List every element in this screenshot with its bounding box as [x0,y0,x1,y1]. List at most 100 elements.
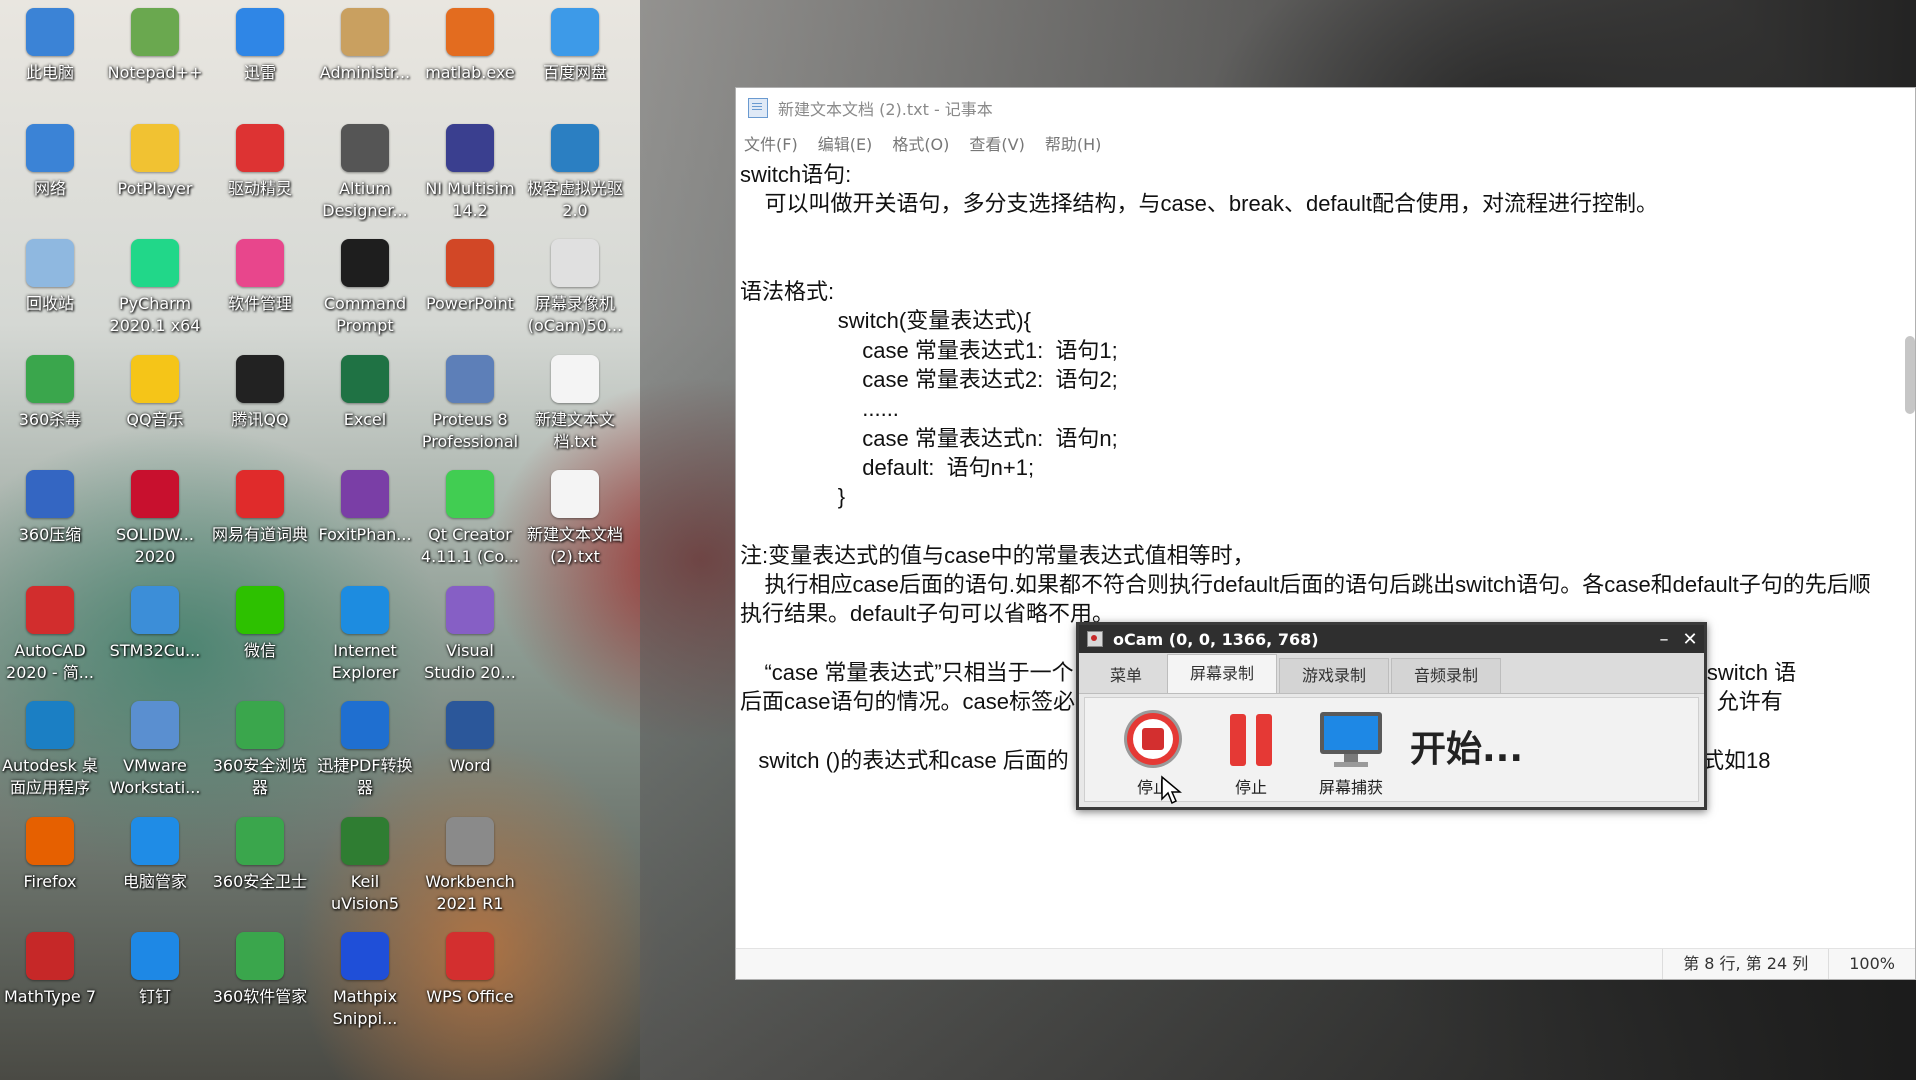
desktop-shortcut[interactable]: PotPlayer [105,116,205,226]
desktop-shortcut[interactable]: PyCharm 2020.1 x64 [105,231,205,341]
desktop-shortcut-label: 迅捷PDF转换器 [317,756,413,797]
desktop-shortcut[interactable]: STM32Cu... [105,578,205,688]
screen-capture-label: 屏幕捕获 [1318,778,1383,797]
desktop-shortcut[interactable]: 微信 [210,578,310,688]
desktop-shortcut[interactable]: 新建文本文档 (2).txt [525,462,625,572]
vertical-scrollbar-thumb[interactable] [1905,336,1915,414]
desktop-shortcut[interactable]: 百度网盘 [525,0,625,110]
proteus-icon [446,354,494,403]
menu-file[interactable]: 文件(F) [744,131,798,155]
desktop-shortcut[interactable]: Workbench 2021 R1 [420,809,520,919]
desktop-shortcut[interactable]: Autodesk 桌面应用程序 [0,693,100,803]
desktop-shortcut[interactable]: Administr... [315,0,415,110]
desktop-shortcut[interactable]: Notepad++ [105,0,205,110]
qq-music-icon [131,354,179,403]
menu-format[interactable]: 格式(O) [892,131,949,155]
text-file-icon [551,470,599,518]
text-line: ...... [740,396,899,422]
desktop-shortcut[interactable]: 360压缩 [0,462,100,572]
desktop-shortcut[interactable]: QQ音乐 [105,347,205,457]
desktop-shortcut[interactable]: Visual Studio 20... [420,578,520,688]
menu-help[interactable]: 帮助(H) [1045,131,1102,155]
menu-view[interactable]: 查看(V) [969,131,1024,155]
tab-menu[interactable]: 菜单 [1087,658,1165,693]
desktop-shortcut[interactable]: 回收站 [0,231,100,341]
desktop-shortcut[interactable]: FoxitPhan... [315,462,415,572]
screen-capture-button[interactable]: 屏幕捕获 [1309,708,1393,798]
desktop-shortcut-label: Autodesk 桌面应用程序 [2,756,98,797]
desktop-shortcut[interactable]: 屏幕录像机(oCam)50... [525,231,625,341]
desktop-shortcut[interactable]: Keil uVision5 [315,809,415,919]
desktop-shortcut[interactable]: NI Multisim 14.2 [420,116,520,226]
ocam-titlebar[interactable]: oCam (0, 0, 1366, 768) – ✕ [1079,625,1704,653]
desktop-shortcut[interactable]: 网络 [0,116,100,226]
desktop-shortcut[interactable]: Word [420,693,520,803]
pause-button[interactable]: 停止 [1209,708,1293,798]
desktop-shortcut[interactable]: Excel [315,347,415,457]
desktop-shortcut-label: Notepad++ [107,63,203,82]
desktop-shortcut[interactable]: WPS Office [420,924,520,1034]
menu-edit[interactable]: 编辑(E) [818,131,873,155]
desktop-shortcut[interactable]: Proteus 8 Professional [420,347,520,457]
desktop-shortcut[interactable]: Internet Explorer [315,578,415,688]
notepad-window[interactable]: 新建文本文档 (2).txt - 记事本 文件(F) 编辑(E) 格式(O) 查… [735,87,1916,980]
text-line: case 常量表达式1: 语句1; [740,337,1118,363]
wps-icon [446,932,494,980]
desktop-shortcut[interactable]: 网易有道词典 [210,462,310,572]
desktop-shortcut[interactable]: Command Prompt [315,231,415,341]
desktop-shortcut[interactable]: 新建文本文档.txt [525,347,625,457]
desktop-shortcut[interactable]: 迅捷PDF转换器 [315,693,415,803]
desktop-shortcut[interactable]: 腾讯QQ [210,347,310,457]
desktop-shortcut[interactable]: 驱动精灵 [210,116,310,226]
desktop-shortcut[interactable]: 360软件管家 [210,924,310,1034]
desktop-shortcut[interactable]: PowerPoint [420,231,520,341]
screen-capture-icon [1320,712,1382,767]
user-folder-icon [341,8,389,56]
close-button[interactable]: ✕ [1676,629,1704,650]
desktop-shortcut[interactable]: 360杀毒 [0,347,100,457]
desktop-shortcut[interactable]: 迅雷 [210,0,310,110]
dingtalk-icon [131,932,179,980]
desktop-shortcut-label: 微信 [243,640,276,660]
desktop-shortcut[interactable]: 钉钉 [105,924,205,1034]
desktop-shortcut[interactable]: 电脑管家 [105,809,205,919]
desktop-shortcut-label: WPS Office [426,987,514,1006]
text-line: 可以叫做开关语句，多分支选择结构，与case、break、default配合使用… [740,191,1659,217]
notepad-title: 新建文本文档 (2).txt - 记事本 [778,100,993,119]
desktop-shortcut[interactable]: 软件管理 [210,231,310,341]
text-line: switch(变量表达式){ [740,308,1031,334]
desktop-shortcut[interactable]: Altium Designer... [315,116,415,226]
desktop-shortcut-label: 极客虚拟光驱2.0 [526,178,623,220]
vmware-icon [131,701,179,749]
desktop-shortcut[interactable]: VMware Workstati... [105,693,205,803]
desktop-shortcut[interactable]: 极客虚拟光驱2.0 [525,116,625,226]
desktop-shortcut[interactable]: AutoCAD 2020 - 简... [0,578,100,688]
desktop-shortcut[interactable]: Qt Creator 4.11.1 (Co... [420,462,520,572]
desktop-shortcut-label: FoxitPhan... [318,525,412,544]
desktop-shortcut-label: VMware Workstati... [109,756,201,797]
minimize-button[interactable]: – [1652,629,1676,650]
desktop-shortcut[interactable]: 360安全卫士 [210,809,310,919]
notepad-titlebar[interactable]: 新建文本文档 (2).txt - 记事本 [736,88,1915,128]
desktop-shortcut[interactable]: SOLIDW... 2020 [105,462,205,572]
tab-audio-record[interactable]: 音频录制 [1391,658,1502,693]
desktop-shortcut[interactable]: 360安全浏览器 [210,693,310,803]
tab-game-record[interactable]: 游戏录制 [1279,658,1390,693]
cmd-icon [341,239,389,287]
record-stop-button[interactable]: 停止 [1111,708,1195,798]
desktop-shortcut-label: PyCharm 2020.1 x64 [109,294,201,335]
text-line [740,512,1901,541]
desktop-shortcut-label: 电脑管家 [122,871,187,891]
desktop-shortcut[interactable]: Firefox [0,809,100,919]
desktop-shortcut[interactable]: MathType 7 [0,924,100,1034]
desktop-shortcut[interactable]: Mathpix Snippi... [315,924,415,1034]
text-line [740,219,1901,248]
notepad-text-area[interactable]: switch语句: 可以叫做开关语句，多分支选择结构，与case、break、d… [736,160,1901,949]
software-manager-icon [236,239,284,287]
desktop-shortcut[interactable]: matlab.exe [420,0,520,110]
virtual-drive-icon [551,123,599,172]
desktop-shortcut-label: Qt Creator 4.11.1 (Co... [420,525,520,566]
desktop-shortcut[interactable]: 此电脑 [0,0,100,110]
desktop-shortcut-label: 360安全卫士 [212,871,308,891]
tab-screen-record[interactable]: 屏幕录制 [1167,654,1278,693]
